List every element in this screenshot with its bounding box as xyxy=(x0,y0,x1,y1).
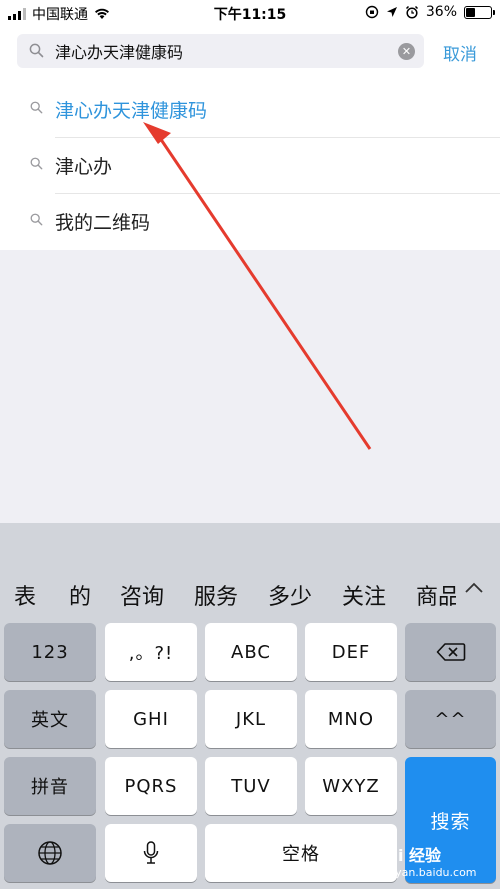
list-item[interactable]: 津心办天津健康码 xyxy=(0,82,500,138)
candidate-word[interactable]: 商品 xyxy=(416,579,456,611)
numbers-key[interactable]: 123 xyxy=(4,623,96,681)
def-key[interactable]: DEF xyxy=(305,623,397,681)
chevron-up-icon[interactable] xyxy=(462,576,486,600)
candidate-word[interactable]: 咨询 xyxy=(120,579,164,611)
delete-key[interactable] xyxy=(405,623,496,681)
backspace-icon xyxy=(436,643,465,661)
list-item[interactable]: 我的二维码 xyxy=(0,194,500,250)
candidate-word[interactable]: 的 xyxy=(69,579,91,611)
suggestion-label: 津心办天津健康码 xyxy=(55,100,208,122)
keyboard: 表 的 咨询 服务 多少 关注 商品 123 ,。?! ABC DEF 英文 G… xyxy=(0,523,500,889)
suggestion-label: 津心办 xyxy=(55,156,113,178)
search-box[interactable]: ✕ xyxy=(17,34,424,68)
clear-icon[interactable]: ✕ xyxy=(398,43,415,60)
battery-percent: 36% xyxy=(425,4,457,20)
pinyin-key[interactable]: 拼音 xyxy=(4,757,96,815)
search-icon xyxy=(29,43,44,58)
microphone-icon xyxy=(143,841,159,864)
candidate-word[interactable]: 服务 xyxy=(194,579,238,611)
english-key[interactable]: 英文 xyxy=(4,690,96,748)
mno-key[interactable]: MNO xyxy=(305,690,397,748)
search-icon xyxy=(30,157,43,170)
cancel-button[interactable]: 取消 xyxy=(443,40,477,65)
search-icon xyxy=(30,213,43,226)
pqrs-key[interactable]: PQRS xyxy=(105,757,197,815)
candidate-bar: 表 的 咨询 服务 多少 关注 商品 xyxy=(0,523,500,619)
search-header: ✕ 取消 xyxy=(0,26,500,82)
search-input[interactable] xyxy=(55,34,395,68)
candidate-word[interactable]: 表 xyxy=(14,579,36,611)
globe-key[interactable] xyxy=(4,824,96,882)
search-icon xyxy=(30,101,43,114)
watermark-url: jingyan.baidu.com xyxy=(375,866,477,879)
list-item[interactable]: 津心办 xyxy=(0,138,500,194)
status-bar: 中国联通 下午11:15 36% xyxy=(0,0,500,26)
suggestion-list: 津心办天津健康码 津心办 我的二维码 xyxy=(0,82,500,250)
candidate-word[interactable]: 多少 xyxy=(268,579,312,611)
abc-key[interactable]: ABC xyxy=(205,623,297,681)
punctuation-key[interactable]: ,。?! xyxy=(105,623,197,681)
tuv-key[interactable]: TUV xyxy=(205,757,297,815)
wxyz-key[interactable]: WXYZ xyxy=(305,757,397,815)
watermark: Bai 经验 jingyan.baidu.com xyxy=(375,842,477,879)
jkl-key[interactable]: JKL xyxy=(205,690,297,748)
battery-icon xyxy=(464,5,495,19)
suggestion-label: 我的二维码 xyxy=(55,212,151,234)
alarm-icon xyxy=(405,5,418,19)
globe-icon xyxy=(38,841,62,865)
candidate-word[interactable]: 关注 xyxy=(342,579,386,611)
location-icon xyxy=(386,7,397,17)
space-key[interactable]: 空格 xyxy=(205,824,397,882)
emoticon-key[interactable]: ^^ xyxy=(405,690,496,748)
orientation-lock-icon xyxy=(365,5,379,19)
ghi-key[interactable]: GHI xyxy=(105,690,197,748)
microphone-key[interactable] xyxy=(105,824,197,882)
watermark-brand: Bai 经验 xyxy=(375,846,442,865)
